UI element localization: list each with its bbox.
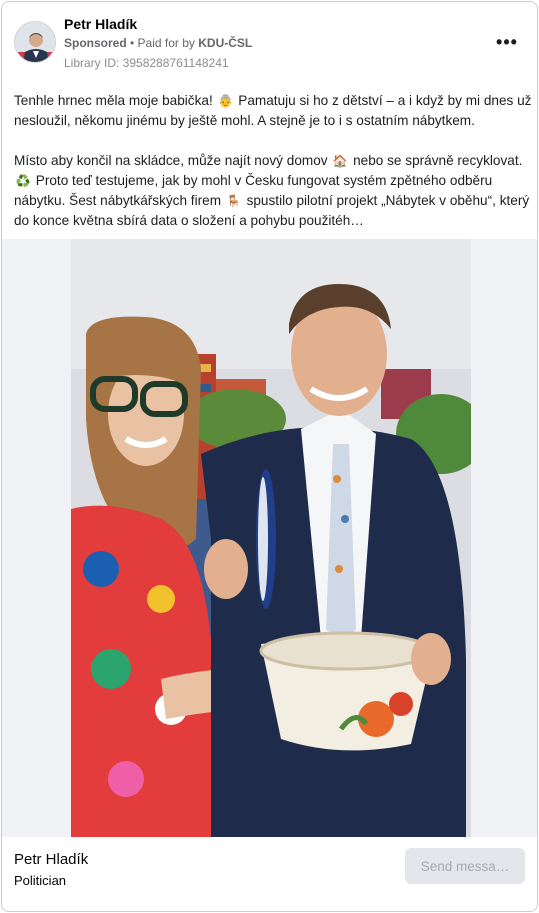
sponsored-line: Sponsored • Paid for by KDU-ČSL: [64, 36, 252, 50]
paragraph-2-text-b: nebo se správně recyklovat.: [349, 153, 523, 168]
avatar-image: [15, 22, 55, 62]
library-id: Library ID: 3958288761148241: [64, 56, 229, 70]
grandma-emoji-icon: 👵: [218, 94, 233, 108]
paragraph-1-text-a: Tenhle hrnec měla moje babička!: [14, 93, 217, 108]
author-name[interactable]: Petr Hladík: [64, 16, 137, 32]
recycle-emoji-icon: ♻️: [15, 174, 31, 188]
photo-illustration: [71, 239, 471, 837]
send-message-button[interactable]: Send messa…: [405, 848, 525, 884]
post-header: Petr Hladík Sponsored • Paid for by KDU-…: [2, 2, 537, 77]
sponsored-label: Sponsored: [64, 36, 127, 50]
post-body: Tenhle hrnec měla moje babička! 👵 Pamatu…: [14, 91, 534, 251]
payer-link[interactable]: KDU-ČSL: [198, 36, 252, 50]
more-options-button[interactable]: •••: [493, 30, 521, 54]
more-options-icon: •••: [496, 32, 518, 52]
post-media[interactable]: [2, 239, 537, 837]
avatar[interactable]: [14, 21, 56, 63]
house-emoji-icon: 🏠: [332, 154, 348, 168]
post-photo[interactable]: [71, 239, 471, 837]
paragraph-2-text-a: Místo aby končil na skládce, může najít …: [14, 153, 332, 168]
paid-for-prefix: • Paid for by: [126, 36, 199, 50]
paragraph-1: Tenhle hrnec měla moje babička! 👵 Pamatu…: [14, 91, 534, 131]
footer-page-category: Politician: [14, 873, 67, 888]
ad-footer: Petr Hladík Politician Send messa…: [2, 837, 537, 911]
ad-card: Petr Hladík Sponsored • Paid for by KDU-…: [1, 1, 538, 912]
chair-emoji-icon: 🪑: [226, 194, 242, 208]
footer-page-name[interactable]: Petr Hladík: [14, 851, 88, 868]
paragraph-2: Místo aby končil na skládce, může najít …: [14, 151, 534, 231]
